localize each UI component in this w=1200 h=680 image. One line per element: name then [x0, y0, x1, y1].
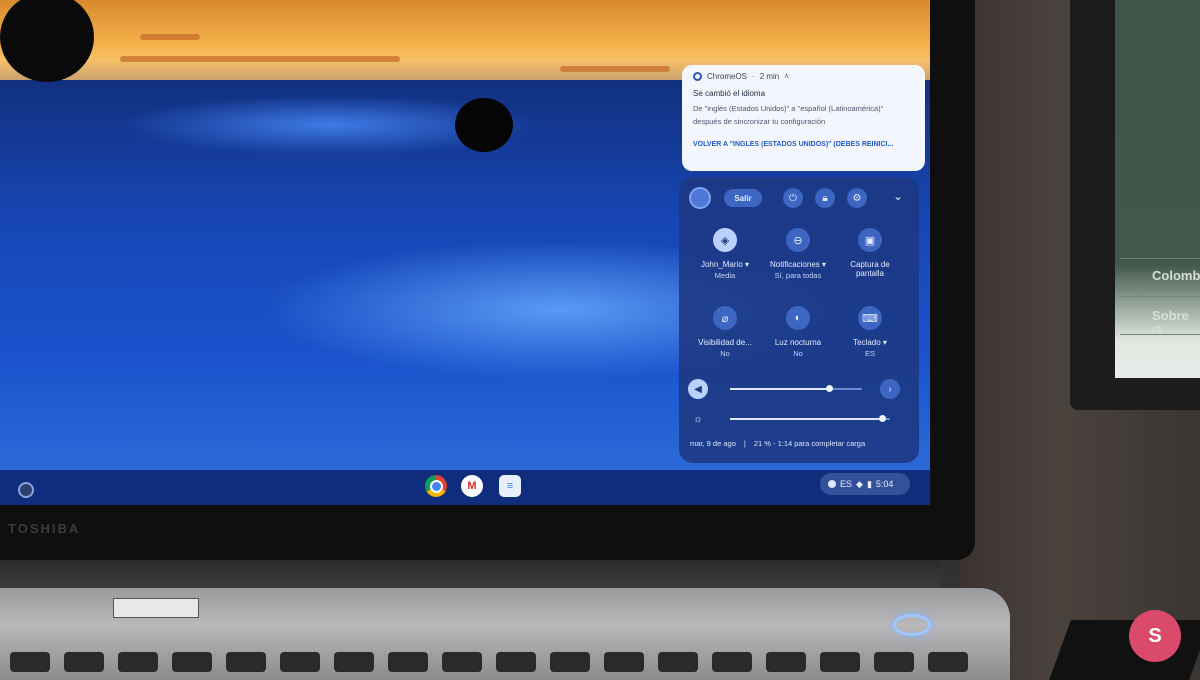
brightness-slider[interactable] [730, 415, 890, 422]
notification-time: 2 min [759, 72, 780, 81]
external-divider [1120, 334, 1200, 335]
settings-icon [693, 72, 702, 81]
revert-language-button[interactable]: VOLVER A "INGLÉS (ESTADOS UNIDOS)" (DEBE… [693, 141, 914, 148]
notification-app: ChromeOS [707, 72, 748, 81]
gear-icon[interactable]: ⚙ [847, 188, 867, 208]
tile-label: Visibilidad de... [698, 338, 752, 347]
external-divider [1120, 296, 1200, 297]
tile-sublabel: No [793, 349, 803, 358]
notification-title: Se cambió el idioma [693, 89, 766, 98]
eye-off-icon: ⌀ [713, 306, 737, 330]
tile-label: John_Mario ▾ [700, 260, 750, 269]
night-light-icon: ◐ [786, 306, 810, 330]
volume-row: ◀︎ › [688, 379, 910, 399]
chromeos-desktop: M ≡ ES ◆ ▮ 5:04 ChromeOS · 2 min ˄ Se ca… [0, 0, 930, 505]
keyboard-row [0, 652, 1000, 680]
wallpaper-cloud [560, 66, 670, 72]
tile-network[interactable]: ◈ John_Mario ▾ Media [687, 228, 763, 280]
tile-sublabel: ES [864, 349, 875, 358]
volume-fill [730, 388, 829, 390]
tile-night-light[interactable]: ◐ Luz nocturna No [760, 306, 836, 358]
volume-icon[interactable]: ◀︎ [688, 379, 708, 399]
wifi-icon: ◆ [856, 478, 863, 489]
laptop-hinge [0, 560, 940, 590]
keyboard-icon: ⌨ [858, 306, 882, 330]
power-icon[interactable]: ⏻ [783, 188, 803, 208]
external-menu-item: Colomb [1152, 268, 1200, 283]
quick-settings-panel: Salir ⏻ 🔒︎ ⚙ ⌄ ◈ John_Mario ▾ Media ⊖ No… [679, 177, 919, 463]
watermark-letter: S [1148, 624, 1162, 647]
notification-card[interactable]: ChromeOS · 2 min ˄ Se cambió el idioma D… [682, 65, 925, 171]
watermark-logo: S [1129, 610, 1181, 662]
battery-status: 21 % - 1:14 para completar carga [753, 439, 866, 448]
volume-thumb[interactable] [826, 385, 833, 392]
wifi-icon: ◈ [713, 228, 737, 252]
sign-out-button[interactable]: Salir [724, 189, 762, 207]
notification-header: ChromeOS · 2 min ˄ [693, 72, 914, 81]
lock-icon[interactable]: 🔒︎ [815, 188, 835, 208]
privacy-blur [455, 98, 513, 152]
tile-sublabel: Media [714, 271, 736, 280]
ime-indicator: ES [840, 479, 853, 489]
clock: 5:04 [875, 479, 894, 489]
quick-settings-header: Salir ⏻ 🔒︎ ⚙ ⌄ [689, 187, 909, 209]
tile-sublabel: No [720, 349, 730, 358]
photo-scene: Colomb Sobre G TOSHIBA M ≡ ES ◆ ▮ 5:04 C… [0, 0, 1200, 680]
tile-visibility[interactable]: ⌀ Visibilidad de... No [687, 306, 763, 358]
tile-label: Captura de pantalla [850, 260, 890, 278]
tile-sublabel: Sí, para todas [774, 271, 822, 280]
date-label[interactable]: mar, 9 de ago [690, 439, 736, 448]
chevron-right-icon[interactable]: › [880, 379, 900, 399]
brightness-thumb[interactable] [879, 415, 886, 422]
tile-keyboard[interactable]: ⌨ Teclado ▾ ES [832, 306, 908, 358]
notification-body: De "inglés (Estados Unidos)" a "español … [693, 102, 914, 128]
chevron-up-icon[interactable]: ˄ [784, 72, 789, 81]
wallpaper-cloud [120, 56, 400, 62]
launcher-button[interactable] [18, 482, 34, 498]
volume-slider[interactable] [730, 385, 862, 392]
wallpaper-cloud [140, 34, 200, 40]
tile-label: Luz nocturna [774, 338, 822, 347]
notification-dot-icon [828, 480, 836, 488]
status-tray[interactable]: ES ◆ ▮ 5:04 [820, 473, 910, 495]
minus-circle-icon: ⊖ [786, 228, 810, 252]
notification-body-line: después de sincronizar tu configuración [693, 117, 826, 126]
chrome-app-icon[interactable] [425, 475, 447, 497]
chevron-down-icon[interactable]: ⌄ [893, 189, 903, 203]
brightness-row: ☼ [688, 409, 910, 429]
external-divider [1120, 258, 1200, 259]
laptop-brand-logo: TOSHIBA [8, 521, 81, 536]
gmail-app-icon[interactable]: M [461, 475, 483, 497]
avatar[interactable] [689, 187, 711, 209]
docs-app-icon[interactable]: ≡ [499, 475, 521, 497]
screen-capture-icon: ▣ [858, 228, 882, 252]
tile-screen-capture[interactable]: ▣ Captura de pantalla [832, 228, 908, 278]
tile-label: Teclado ▾ [853, 338, 887, 347]
tile-label: Notificaciones ▾ [769, 260, 827, 269]
quick-settings-footer: mar, 9 de ago | 21 % - 1:14 para complet… [690, 439, 866, 448]
brightness-icon: ☼ [693, 413, 703, 425]
power-button-ring [893, 614, 931, 636]
brightness-fill [730, 418, 882, 420]
laptop-sticker [113, 598, 199, 618]
tile-notifications[interactable]: ⊖ Notificaciones ▾ Sí, para todas [760, 228, 836, 280]
battery-icon: ▮ [866, 478, 872, 489]
notification-body-line: De "inglés (Estados Unidos)" a "español … [693, 104, 884, 113]
